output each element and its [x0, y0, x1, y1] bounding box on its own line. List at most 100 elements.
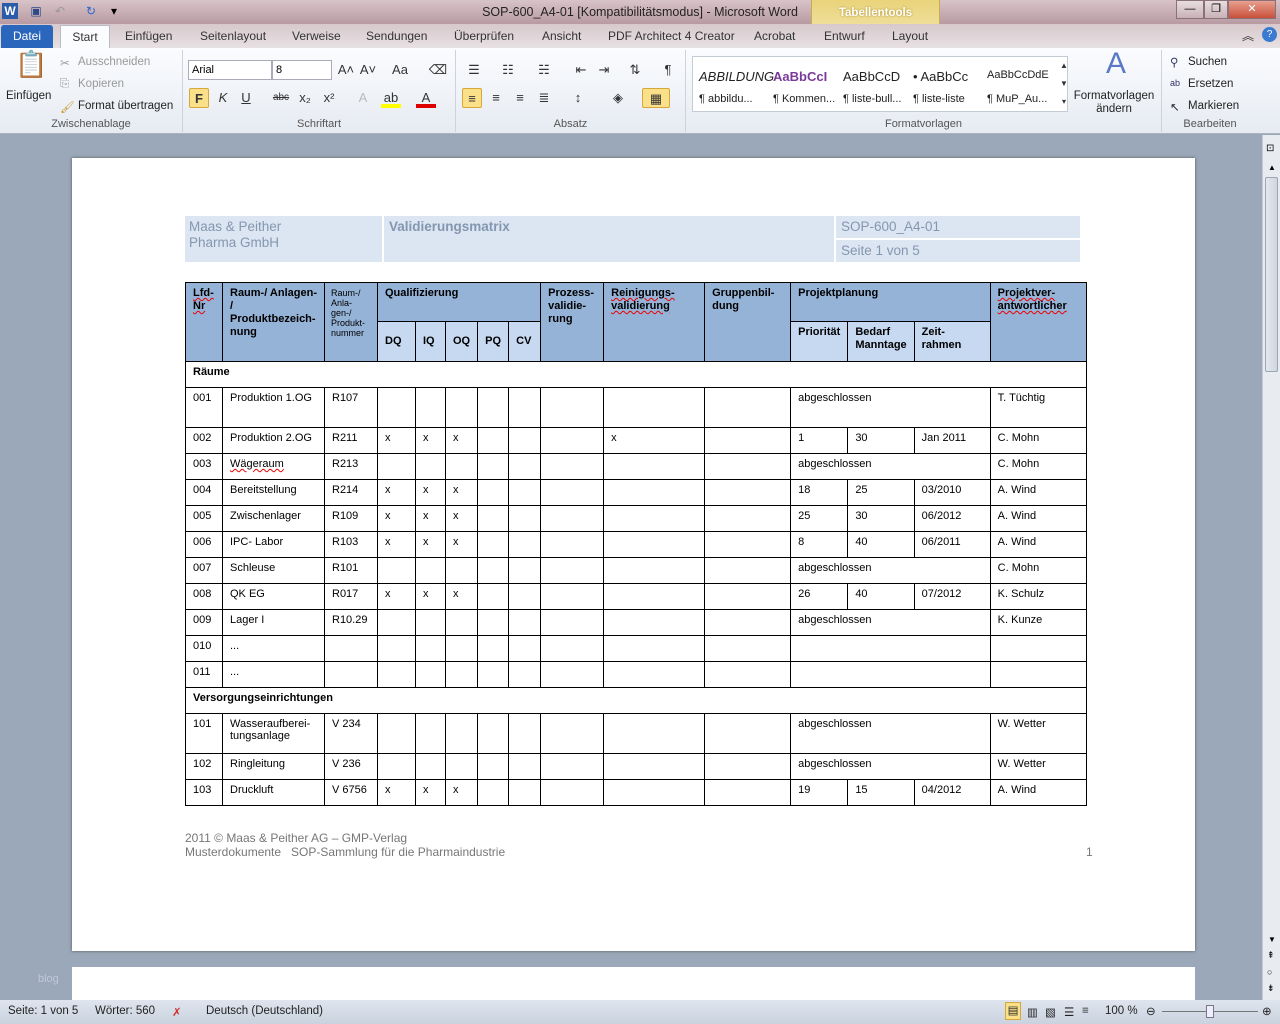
tab-ansicht[interactable]: Ansicht [542, 28, 581, 48]
strikethrough-icon[interactable]: abc [271, 88, 291, 108]
zoom-out-icon[interactable]: ⊖ [1146, 1004, 1156, 1018]
style-name[interactable]: ¶ liste-bull... [843, 93, 901, 105]
print-layout-icon[interactable]: ▤ [1005, 1002, 1021, 1020]
vertical-scrollbar[interactable]: ⊡ ▲ ▼ ⇞ ○ ⇟ [1262, 135, 1280, 1000]
borders-icon[interactable]: ▦ [642, 88, 670, 108]
style-preview[interactable]: AaBbCcD [843, 69, 900, 84]
font-color-icon[interactable]: A [416, 88, 436, 108]
style-preview[interactable]: AaBbCcDdE [987, 69, 1049, 81]
scroll-up-icon[interactable]: ▲ [1268, 163, 1276, 172]
highlight-icon[interactable]: ab [381, 88, 401, 108]
style-preview[interactable]: • AaBbCc [913, 69, 968, 84]
pilcrow-icon[interactable]: ¶ [658, 60, 678, 80]
cell-cv [508, 609, 542, 636]
align-left-icon[interactable]: ≡ [462, 88, 482, 108]
scroll-thumb[interactable] [1265, 177, 1278, 372]
ribbon-tabs: Datei Start Einfügen Seitenlayout Verwei… [0, 24, 1280, 49]
document-page-2[interactable] [72, 967, 1195, 1000]
cell-number: R017 [324, 583, 378, 610]
zoom-level[interactable]: 100 % [1105, 1005, 1138, 1017]
next-page-icon[interactable]: ⇟ [1267, 983, 1275, 994]
zoom-slider-thumb[interactable] [1206, 1005, 1214, 1018]
status-page[interactable]: Seite: 1 von 5 [8, 1005, 78, 1017]
ruler-toggle-icon[interactable]: ⊡ [1266, 143, 1274, 154]
tab-start[interactable]: Start [60, 25, 110, 49]
style-name[interactable]: ¶ Kommen... [773, 93, 835, 105]
style-preview[interactable]: AaBbCcI [773, 69, 827, 84]
text-effects-icon[interactable]: A [353, 88, 373, 108]
change-case-icon[interactable]: Aa [390, 60, 410, 80]
tab-seitenlayout[interactable]: Seitenlayout [200, 28, 266, 48]
document-page[interactable]: Maas & Peither Pharma GmbH Validierungsm… [72, 158, 1195, 951]
underline-icon[interactable]: U [236, 88, 256, 108]
cell-zeitrahmen: 06/2012 [913, 505, 991, 532]
cell-prioritaet: 18 [790, 479, 849, 506]
gallery-more-icon[interactable]: ▾ [1054, 92, 1074, 112]
zoom-in-icon[interactable]: ⊕ [1262, 1004, 1272, 1018]
scroll-down-icon[interactable]: ▼ [1268, 935, 1276, 944]
decrease-indent-icon[interactable]: ⇤ [571, 60, 591, 80]
cell-nr: 009 [185, 609, 223, 636]
bold-icon[interactable]: F [189, 88, 209, 108]
align-center-icon[interactable]: ≡ [486, 88, 506, 108]
style-name[interactable]: ¶ liste-liste [913, 93, 965, 105]
change-styles-button[interactable]: Formatvorlagen ändern [1073, 90, 1155, 116]
paste-icon[interactable]: 📋 [15, 51, 47, 86]
proofing-icon[interactable]: ✗ [172, 1005, 182, 1019]
tab-einfuegen[interactable]: Einfügen [125, 28, 172, 48]
browse-object-icon[interactable]: ○ [1267, 967, 1272, 977]
shading-icon[interactable]: ◈ [608, 88, 628, 108]
tab-entwurf[interactable]: Entwurf [824, 28, 865, 48]
numbering-icon[interactable]: ☷ [498, 60, 518, 80]
replace-button[interactable]: Ersetzen [1188, 78, 1233, 90]
format-painter-button[interactable]: Format übertragen [78, 100, 173, 112]
draft-icon[interactable]: ≡ [1082, 1005, 1089, 1017]
cell-verantwortlicher [989, 635, 1087, 662]
font-name-dropdown[interactable]: Arial [188, 60, 272, 80]
cut-button[interactable]: Ausschneiden [78, 56, 150, 68]
tab-datei[interactable]: Datei [1, 25, 53, 48]
status-language[interactable]: Deutsch (Deutschland) [206, 1005, 323, 1017]
tab-ueberpruefen[interactable]: Überprüfen [454, 28, 514, 48]
multilevel-list-icon[interactable]: ☵ [534, 60, 554, 80]
bullets-icon[interactable]: ☰ [464, 60, 484, 80]
close-button[interactable]: ✕ [1228, 0, 1276, 19]
style-preview[interactable]: ABBILDUNG [699, 69, 774, 84]
minimize-button[interactable]: — [1176, 0, 1204, 19]
tab-layout[interactable]: Layout [892, 28, 928, 48]
tab-verweise[interactable]: Verweise [292, 28, 341, 48]
grow-font-icon[interactable]: A˄ [336, 60, 356, 80]
maximize-button[interactable]: ❐ [1204, 0, 1228, 19]
collapse-ribbon-icon[interactable]: ︽ [1242, 28, 1254, 48]
style-name[interactable]: ¶ abbildu... [699, 93, 753, 105]
increase-indent-icon[interactable]: ⇥ [594, 60, 614, 80]
copy-button[interactable]: Kopieren [78, 78, 124, 90]
justify-icon[interactable]: ≣ [534, 88, 554, 108]
clear-format-icon[interactable]: ⌫ [428, 60, 448, 80]
tab-acrobat[interactable]: Acrobat [754, 28, 795, 48]
gallery-down-icon[interactable]: ▼ [1054, 74, 1074, 94]
outline-icon[interactable]: ☰ [1064, 1005, 1074, 1019]
find-button[interactable]: Suchen [1188, 56, 1227, 68]
subscript-icon[interactable]: x₂ [295, 88, 315, 108]
superscript-icon[interactable]: x² [319, 88, 339, 108]
gallery-up-icon[interactable]: ▲ [1054, 56, 1074, 76]
web-layout-icon[interactable]: ▧ [1045, 1005, 1056, 1019]
help-icon[interactable]: ? [1262, 27, 1277, 42]
col-prioritaet: Priorität [790, 321, 849, 362]
full-screen-reading-icon[interactable]: ▥ [1027, 1005, 1038, 1019]
align-right-icon[interactable]: ≡ [510, 88, 530, 108]
sort-icon[interactable]: ⇅ [625, 60, 645, 80]
status-words[interactable]: Wörter: 560 [95, 1005, 155, 1017]
tab-pdf-architect[interactable]: PDF Architect 4 Creator [608, 28, 735, 48]
previous-page-icon[interactable]: ⇞ [1267, 950, 1275, 961]
italic-icon[interactable]: K [213, 88, 233, 108]
style-name[interactable]: ¶ MuP_Au... [987, 93, 1047, 105]
change-styles-icon[interactable]: A [1096, 49, 1136, 90]
line-spacing-icon[interactable]: ↕ [568, 88, 588, 108]
shrink-font-icon[interactable]: A˅ [358, 60, 378, 80]
paste-button[interactable]: Einfügen [6, 90, 51, 102]
font-size-dropdown[interactable]: 8 [272, 60, 332, 80]
tab-sendungen[interactable]: Sendungen [366, 28, 427, 48]
select-button[interactable]: Markieren [1188, 100, 1239, 112]
